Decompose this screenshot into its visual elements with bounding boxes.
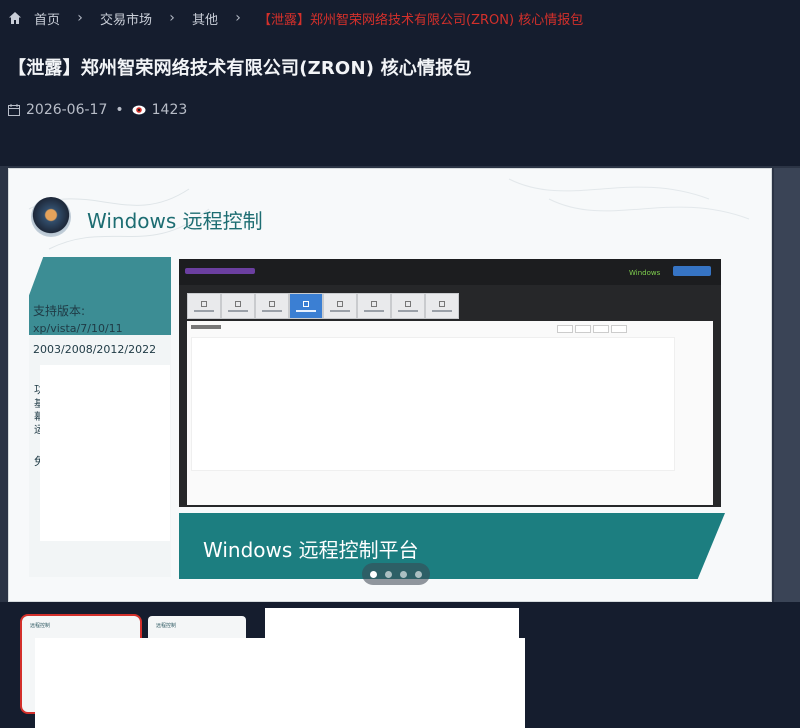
breadcrumb-current: 【泄露】郑州智荣网络技术有限公司(ZRON) 核心情报包: [258, 12, 584, 28]
app-tab: [323, 293, 357, 319]
thumbnail-label: 远程控制: [156, 623, 177, 629]
image-carousel[interactable]: Windows 远程控制 支持版本: xp/vista/7/10/11 2003…: [0, 166, 800, 602]
app-tab: [187, 293, 221, 319]
carousel-dot-2[interactable]: [385, 570, 392, 578]
post-date: 2026-06-17: [26, 102, 108, 118]
post-meta: 2026-06-17 • 1423: [8, 102, 187, 118]
app-content-area: [191, 337, 675, 471]
carousel-pagination: [362, 563, 430, 585]
calendar-icon: [8, 104, 20, 116]
app-top-button: [673, 266, 711, 276]
product-logo: [31, 197, 71, 237]
breadcrumb-market[interactable]: 交易市场: [100, 9, 152, 28]
chevron-right-icon: ›: [169, 10, 175, 26]
app-logo: [185, 268, 255, 274]
breadcrumb: 首页 › 交易市场 › 其他 › 【泄露】郑州智荣网络技术有限公司(ZRON) …: [8, 8, 583, 28]
carousel-slide[interactable]: Windows 远程控制 支持版本: xp/vista/7/10/11 2003…: [8, 168, 772, 602]
redaction-box: [35, 638, 525, 728]
support-title: 支持版本:: [33, 304, 86, 318]
app-tab: [391, 293, 425, 319]
app-tab: [255, 293, 289, 319]
carousel-dot-4[interactable]: [415, 570, 422, 578]
breadcrumb-home[interactable]: 首页: [34, 9, 60, 28]
app-tabs: [187, 293, 459, 321]
carousel-dot-3[interactable]: [400, 570, 407, 578]
thumbnail-label: 远程控制: [30, 623, 51, 629]
banner-text: Windows 远程控制平台: [203, 538, 419, 562]
support-line: 2003/2008/2012/2022: [33, 343, 157, 356]
os-label: Windows: [629, 269, 661, 277]
eye-icon: [132, 105, 146, 115]
app-content: [187, 321, 713, 505]
slide-heading: Windows 远程控制: [87, 209, 263, 233]
app-tab: [221, 293, 255, 319]
app-tab: [357, 293, 391, 319]
view-count: 1423: [151, 102, 188, 118]
redaction-box: [40, 365, 170, 541]
home-icon[interactable]: [8, 11, 22, 25]
support-line: xp/vista/7/10/11: [33, 322, 123, 335]
app-tab-active: [289, 293, 323, 319]
meta-separator: •: [115, 102, 124, 118]
chevron-right-icon: ›: [235, 10, 241, 26]
page-title: 【泄露】郑州智荣网络技术有限公司(ZRON) 核心情报包: [8, 58, 472, 79]
app-tab: [425, 293, 459, 319]
app-screenshot: Windows: [179, 259, 721, 507]
carousel-dot-1[interactable]: [370, 570, 377, 578]
chevron-right-icon: ›: [77, 10, 83, 26]
next-slide-peek[interactable]: [774, 168, 800, 602]
breadcrumb-category[interactable]: 其他: [192, 9, 218, 28]
